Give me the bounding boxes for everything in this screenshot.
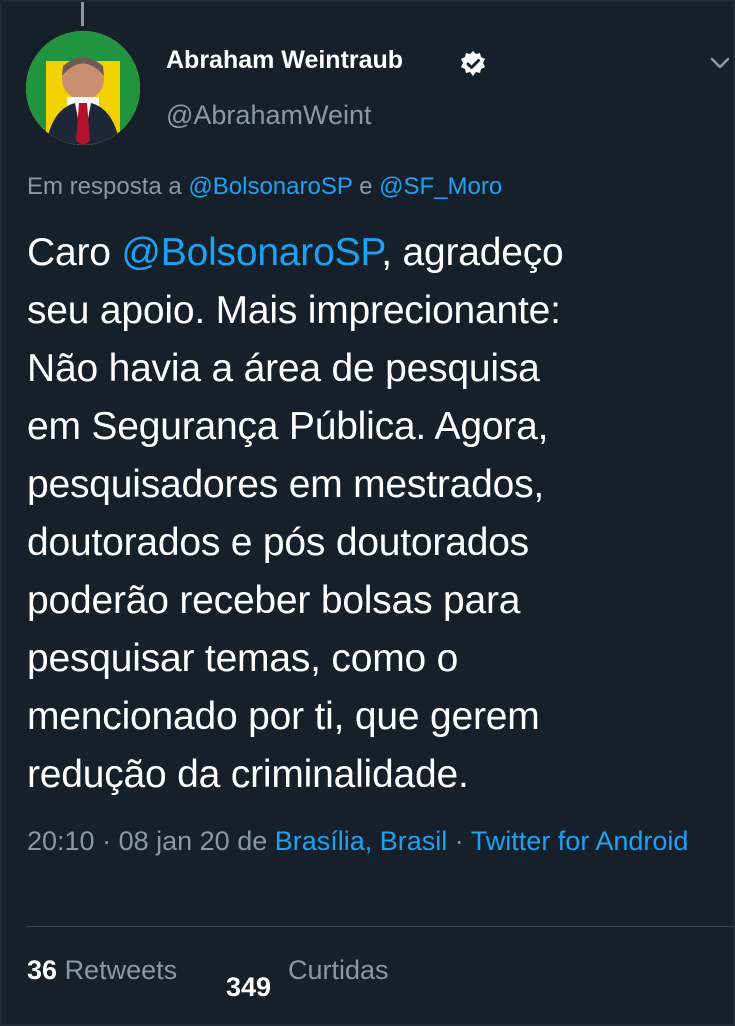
author-handle[interactable]: @AbrahamWeint (166, 100, 372, 131)
tweet-line: seu apoio. Mais imprecionante: (27, 289, 561, 332)
tweet-line: pesquisar temas, como o (27, 637, 459, 680)
tweet-text: Caro @BolsonaroSP, agradeço seu apoio. M… (27, 224, 717, 804)
author-name[interactable]: Abraham Weintraub (166, 46, 403, 75)
reply-context: Em resposta a @BolsonaroSP e @SF_Moro (27, 173, 502, 201)
tweet-line: doutorados e pós doutorados (27, 521, 529, 564)
tweet-line: Caro @BolsonaroSP, agradeço (27, 224, 717, 282)
thread-connector-line (81, 2, 84, 26)
divider (26, 926, 735, 927)
avatar[interactable] (26, 31, 140, 145)
tweet-date[interactable]: 08 jan 20 (119, 826, 230, 856)
chevron-down-icon[interactable] (708, 54, 732, 72)
meta-separator: · (94, 826, 119, 856)
likes-label[interactable]: Curtidas (288, 955, 389, 986)
meta-from: de (229, 826, 275, 856)
tweet-location-link[interactable]: Brasília, Brasil (275, 826, 448, 856)
tweet-line: redução da criminalidade. (27, 753, 469, 796)
tweet-line: pesquisadores em mestrados, (27, 463, 545, 506)
tweet-line: Não havia a área de pesquisa (27, 347, 540, 390)
reply-prefix: Em resposta a (27, 173, 182, 200)
tweet-time[interactable]: 20:10 (27, 826, 95, 856)
retweets-label: Retweets (64, 955, 178, 985)
tweet-line: mencionado por ti, que gerem (27, 695, 540, 738)
meta-separator: · (447, 826, 471, 856)
verified-badge-icon (461, 51, 485, 76)
tweet-line-prefix: Caro (27, 231, 122, 274)
reply-mention-bolsonarosp[interactable]: @BolsonaroSP (188, 173, 352, 200)
tweet-source-link[interactable]: Twitter for Android (471, 826, 689, 856)
retweets-stat[interactable]: 36 Retweets (27, 955, 177, 986)
avatar-image (26, 31, 140, 145)
tweet-line-suffix: , agradeço (381, 231, 564, 274)
tweet-line: poderão receber bolsas para (27, 579, 521, 622)
likes-count[interactable]: 349 (226, 972, 271, 1003)
tweet-line: em Segurança Pública. Agora, (27, 405, 549, 448)
reply-mention-sf-moro[interactable]: @SF_Moro (379, 173, 502, 200)
reply-joiner: e (359, 173, 373, 200)
tweet-metadata: 20:10 · 08 jan 20 de Brasília, Brasil · … (27, 820, 717, 862)
retweets-count: 36 (27, 955, 58, 985)
tweet-mention-bolsonarosp[interactable]: @BolsonaroSP (121, 231, 381, 274)
tweet-card: Abraham Weintraub @AbrahamWeint Em respo… (0, 0, 735, 1026)
